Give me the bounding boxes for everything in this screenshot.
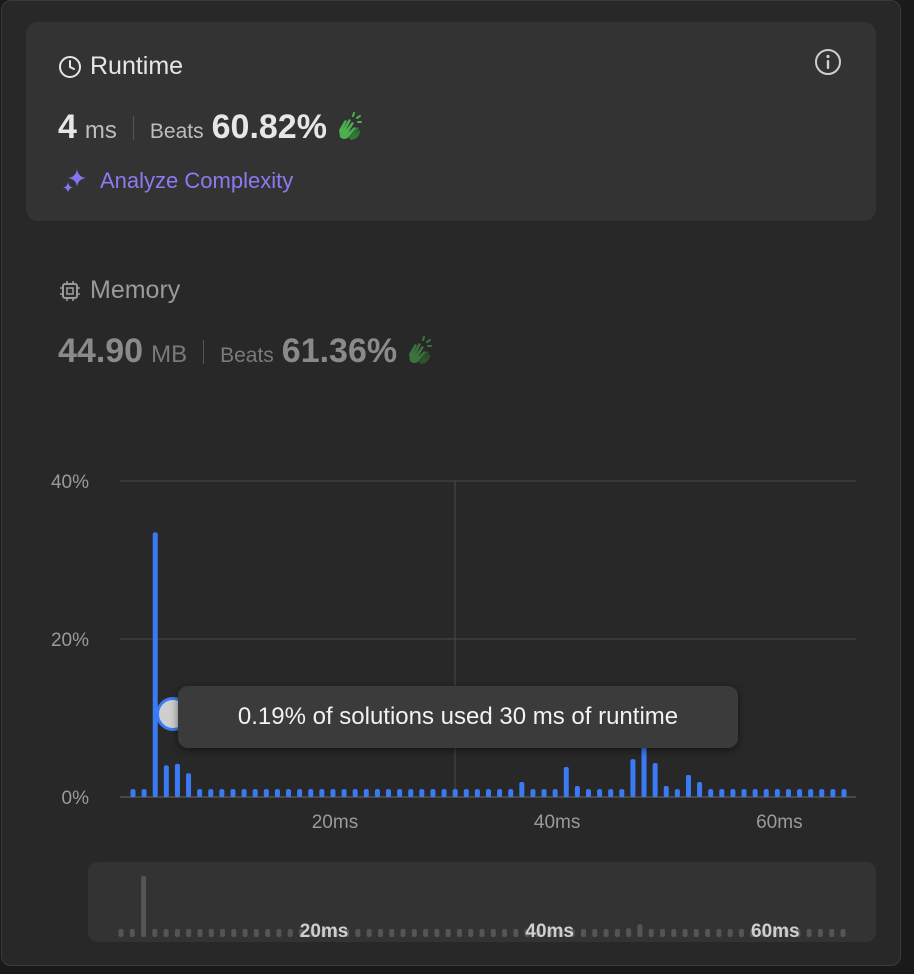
y-tick-label: 20% — [51, 630, 89, 651]
chart-bar[interactable] — [230, 789, 236, 797]
chart-bar[interactable] — [497, 789, 503, 797]
chart-bar[interactable] — [330, 789, 336, 797]
range-selector[interactable] — [88, 862, 876, 942]
chart-bar[interactable] — [408, 789, 414, 797]
chart-bar[interactable] — [241, 789, 247, 797]
chart-bar[interactable] — [208, 789, 214, 797]
chart-bar[interactable] — [297, 789, 303, 797]
chart-bar[interactable] — [363, 789, 369, 797]
chart-bar[interactable] — [741, 789, 747, 797]
chart-bar[interactable] — [619, 789, 625, 797]
chart-bar[interactable] — [341, 789, 347, 797]
chart-bar[interactable] — [430, 789, 436, 797]
chart-bar[interactable] — [419, 789, 425, 797]
chart-bar[interactable] — [352, 789, 358, 797]
chart-bar[interactable] — [841, 789, 847, 797]
chart-bar[interactable] — [286, 789, 292, 797]
chart-bar[interactable] — [130, 789, 136, 797]
chart-bar[interactable] — [785, 789, 791, 797]
chart-bar[interactable] — [152, 532, 158, 797]
chart-bar[interactable] — [541, 789, 547, 797]
chart-bar[interactable] — [519, 781, 525, 797]
x-tick-label: 20ms — [312, 812, 358, 833]
chart-bar[interactable] — [819, 789, 825, 797]
chart-bar[interactable] — [474, 789, 480, 797]
chart-bar[interactable] — [463, 789, 469, 797]
chart-bar[interactable] — [763, 789, 769, 797]
chart-bar[interactable] — [730, 789, 736, 797]
y-tick-label: 0% — [62, 788, 90, 809]
chart-bar[interactable] — [719, 789, 725, 797]
chart-tooltip: 0.19% of solutions used 30 ms of runtime — [178, 686, 738, 748]
chart-bar[interactable] — [263, 789, 269, 797]
chart-grid — [120, 480, 856, 798]
chart-bar[interactable] — [197, 789, 203, 797]
chart-bar[interactable] — [608, 789, 614, 797]
x-tick-label: 40ms — [534, 812, 580, 833]
chart-bar[interactable] — [685, 774, 691, 797]
chart-bar[interactable] — [308, 789, 314, 797]
chart-bar[interactable] — [752, 789, 758, 797]
chart-bar[interactable] — [830, 789, 836, 797]
chart-bar[interactable] — [563, 766, 569, 797]
chart-bar[interactable] — [486, 789, 491, 797]
chart-bar[interactable] — [697, 781, 703, 797]
chart-bar[interactable] — [585, 789, 591, 797]
chart-bar[interactable] — [174, 763, 180, 797]
chart-bar[interactable] — [774, 789, 780, 797]
chart-bar[interactable] — [808, 789, 814, 797]
chart-bar[interactable] — [397, 789, 403, 797]
chart-bar[interactable] — [597, 789, 603, 797]
chart-bar[interactable] — [319, 789, 325, 797]
chart-bar[interactable] — [530, 789, 536, 797]
chart-bar[interactable] — [252, 789, 258, 797]
chart-bar[interactable] — [674, 789, 680, 797]
chart-bar[interactable] — [663, 785, 669, 797]
chart-bar[interactable] — [441, 789, 447, 797]
chart-bar[interactable] — [552, 789, 558, 797]
chart-bar[interactable] — [141, 789, 147, 797]
chart-bar[interactable] — [452, 789, 458, 797]
chart-bar[interactable] — [186, 773, 192, 797]
x-axis-ticks: 20ms 40ms 60ms — [312, 812, 803, 833]
chart-bar[interactable] — [708, 789, 714, 797]
chart-bar[interactable] — [652, 763, 658, 797]
chart-bar[interactable] — [163, 765, 169, 797]
chart-bar[interactable] — [641, 741, 647, 797]
tooltip-text: 0.19% of solutions used 30 ms of runtime — [237, 703, 679, 730]
x-tick-label: 60ms — [756, 812, 802, 833]
chart-bar[interactable] — [374, 789, 380, 797]
chart-bar[interactable] — [386, 789, 392, 797]
y-axis-ticks: 40% 20% 0% — [51, 472, 89, 809]
chart-bar[interactable] — [274, 789, 280, 797]
chart-bar[interactable] — [219, 789, 225, 797]
chart-bars[interactable] — [130, 532, 847, 797]
chart-bar[interactable] — [630, 759, 636, 797]
chart-bar[interactable] — [574, 785, 580, 797]
chart-bar[interactable] — [508, 789, 514, 797]
y-tick-label: 40% — [51, 472, 89, 493]
runtime-distribution-chart[interactable]: 40% 20% 0% 20ms 40ms 60ms — [0, 0, 914, 974]
chart-bar[interactable] — [797, 789, 803, 797]
